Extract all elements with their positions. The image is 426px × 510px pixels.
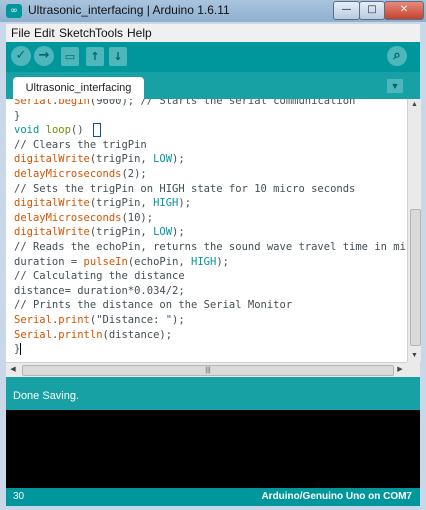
code-line: void loop() xyxy=(14,123,101,138)
scroll-up-icon[interactable]: ▲ xyxy=(408,99,421,111)
status-bar: Done Saving. xyxy=(6,377,420,410)
tab-menu-icon[interactable]: ▼ xyxy=(387,79,403,93)
horizontal-scroll-thumb[interactable]: ||| xyxy=(22,365,394,376)
code-line: // Clears the trigPin xyxy=(14,138,147,151)
horizontal-scrollbar[interactable]: ◀ ||| ▶ xyxy=(6,362,407,377)
code-line: } xyxy=(14,109,21,122)
code-line: } xyxy=(14,343,22,356)
scroll-left-icon[interactable]: ◀ xyxy=(7,364,19,376)
minimize-button[interactable]: — xyxy=(333,1,360,20)
scroll-down-icon[interactable]: ▼ xyxy=(408,350,421,362)
code-line: distance= duration*0.034/2; xyxy=(14,284,185,297)
window-title: Ultrasonic_interfacing | Arduino 1.6.11 xyxy=(28,3,230,17)
code-editor[interactable]: Serial.begin(9600); // Starts the serial… xyxy=(6,99,407,362)
brace-match-highlight xyxy=(92,123,101,138)
code-line: digitalWrite(trigPin, HIGH); xyxy=(14,197,192,210)
status-message: Done Saving. xyxy=(13,390,80,402)
menu-help[interactable]: Help xyxy=(127,26,152,40)
code-line: digitalWrite(trigPin, LOW); xyxy=(14,226,185,239)
arduino-logo-icon: ∞ xyxy=(6,4,22,18)
code-line: delayMicroseconds(10); xyxy=(14,211,154,224)
code-line: Serial.begin(9600); // Starts the serial… xyxy=(14,99,356,107)
footer-bar: 30 Arduino/Genuino Uno on COM7 xyxy=(6,488,420,506)
scroll-right-icon[interactable]: ▶ xyxy=(394,364,406,376)
code-text[interactable]: Serial.begin(9600); // Starts the serial… xyxy=(14,99,407,357)
line-number: 30 xyxy=(13,491,25,502)
upload-icon[interactable]: → xyxy=(34,46,54,66)
save-icon[interactable]: ↓ xyxy=(109,47,127,66)
new-sketch-icon[interactable]: ▭ xyxy=(61,47,79,66)
menu-sketch[interactable]: Sketch xyxy=(59,26,96,40)
console-output[interactable] xyxy=(6,410,420,488)
menu-tools[interactable]: Tools xyxy=(95,26,123,40)
code-line: // Reads the echoPin, returns the sound … xyxy=(14,240,407,253)
vertical-scrollbar[interactable]: ▲ ▼ xyxy=(407,99,421,362)
menu-bar: File Edit Sketch Tools Help xyxy=(6,24,420,42)
board-port-label: Arduino/Genuino Uno on COM7 xyxy=(261,491,412,502)
code-line: // Sets the trigPin on HIGH state for 10… xyxy=(14,182,356,195)
code-line: Serial.print("Distance: "); xyxy=(14,313,185,326)
scroll-corner xyxy=(407,362,420,377)
maximize-button[interactable]: □ xyxy=(359,1,385,20)
text-cursor xyxy=(20,343,22,356)
menu-file[interactable]: File xyxy=(11,26,30,40)
title-bar[interactable]: ∞ Ultrasonic_interfacing | Arduino 1.6.1… xyxy=(0,0,426,22)
vertical-scroll-thumb[interactable] xyxy=(410,209,421,346)
tab-ultrasonic-interfacing[interactable]: Ultrasonic_interfacing xyxy=(13,77,144,99)
code-line: duration = pulseIn(echoPin, HIGH); xyxy=(14,255,229,268)
code-line: Serial.println(distance); xyxy=(14,328,173,341)
code-line: // Calculating the distance xyxy=(14,270,185,283)
open-icon[interactable]: ↑ xyxy=(86,47,104,66)
serial-monitor-icon[interactable]: ⌕ xyxy=(387,46,407,66)
code-line: delayMicroseconds(2); xyxy=(14,167,147,180)
verify-icon[interactable]: ✓ xyxy=(11,46,31,66)
tab-bar: Ultrasonic_interfacing ▼ xyxy=(6,72,420,99)
code-line: // Prints the distance on the Serial Mon… xyxy=(14,299,293,312)
code-line: digitalWrite(trigPin, LOW); xyxy=(14,153,185,166)
close-button[interactable]: ✕ xyxy=(384,1,424,20)
arduino-ide-window: ∞ Ultrasonic_interfacing | Arduino 1.6.1… xyxy=(0,0,426,510)
menu-edit[interactable]: Edit xyxy=(34,26,55,40)
toolbar: ✓ → ▭ ↑ ↓ ⌕ xyxy=(6,42,420,72)
